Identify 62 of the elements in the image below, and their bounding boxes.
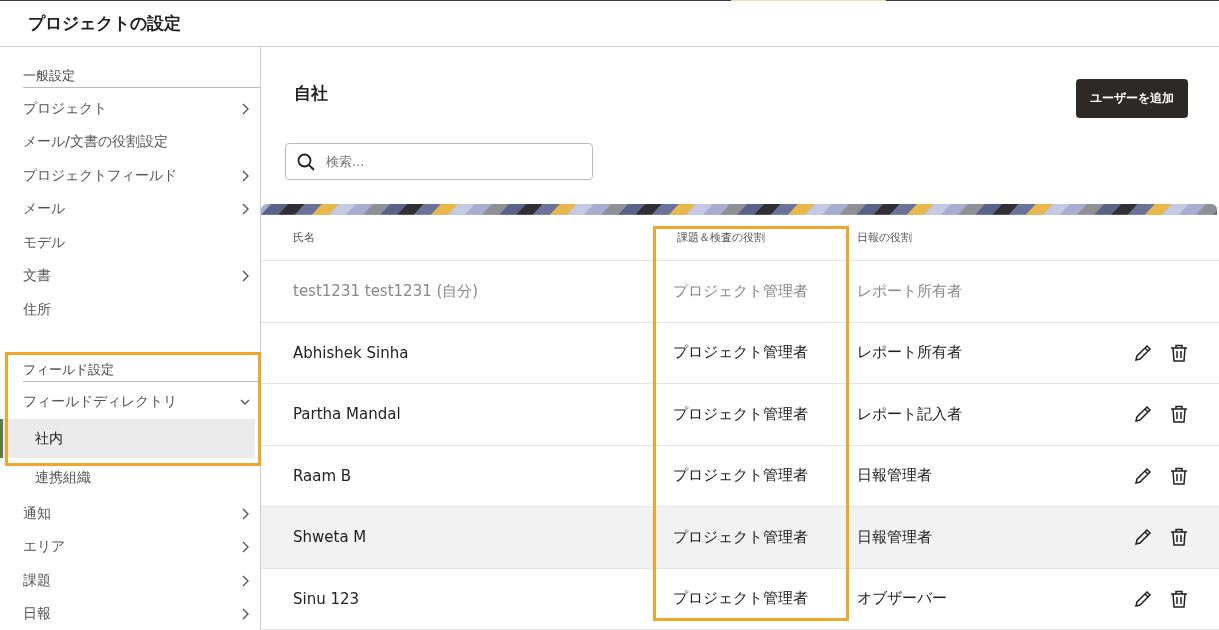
table-cell-text: 日報管理者 (856, 527, 933, 547)
sidebar-item[interactable]: 日報 (0, 597, 260, 630)
table-cell-text: プロジェクト管理者 (672, 466, 809, 486)
trash-icon (1170, 528, 1188, 547)
column-header: 氏名 (292, 230, 316, 245)
trash-icon (1170, 405, 1188, 424)
sidebar-item[interactable]: エリア (0, 530, 260, 564)
table-cell-text: プロジェクト管理者 (672, 527, 809, 547)
column-header: 課題＆検査の役割 (676, 230, 766, 245)
table-cell-text: プロジェクト管理者 (672, 343, 809, 363)
table-cell-text: プロジェクト管理者 (672, 589, 809, 609)
sidebar-item[interactable]: メール/文書の役割設定 (0, 125, 260, 159)
pencil-icon (1134, 405, 1152, 424)
sidebar-subitem[interactable]: 社内 (0, 419, 255, 458)
section-heading: フィールド設定 (23, 360, 260, 382)
table-cell-text: 日報管理者 (856, 466, 933, 486)
chevron-right-icon (240, 507, 250, 520)
add-user-button[interactable]: ユーザーを追加 (1076, 79, 1188, 118)
pencil-icon (1134, 466, 1152, 485)
trash-icon (1170, 589, 1188, 608)
trash-icon (1170, 343, 1188, 362)
pencil-icon (1134, 528, 1152, 547)
table-cell-text: Abhishek Sinha (292, 343, 410, 362)
chevron-right-icon (240, 169, 250, 182)
chevron-right-icon (240, 541, 250, 554)
search-field[interactable]: 検索... (285, 143, 593, 181)
sidebar-item[interactable]: 通知 (0, 497, 260, 531)
chevron-right-icon (240, 608, 250, 621)
table-cell-text: レポート記入者 (856, 404, 963, 424)
column-header: 日報の役割 (856, 230, 913, 245)
sidebar-item[interactable]: メール (0, 192, 260, 226)
sidebar-item[interactable]: 課題 (0, 564, 260, 598)
search-icon (297, 153, 315, 172)
delete-button[interactable] (1168, 403, 1190, 426)
table-cell-text: Partha Mandal (292, 405, 402, 424)
sidebar-item[interactable]: プロジェクト (0, 92, 260, 126)
sidebar-subitem[interactable]: 連携組織 (0, 458, 255, 497)
pencil-icon (1134, 589, 1152, 608)
table-cell-text: レポート所有者 (856, 343, 963, 363)
chevron-right-icon (240, 102, 250, 115)
sidebar-item[interactable]: プロジェクトフィールド (0, 159, 260, 193)
chevron-right-icon (240, 203, 250, 216)
table-cell-text: プロジェクト管理者 (672, 281, 809, 301)
sidebar-item[interactable]: 文書 (0, 259, 260, 293)
table-cell-text: test1231 test1231 (自分) (292, 281, 480, 301)
table-cell-text: Sinu 123 (292, 589, 361, 608)
table-cell-text: レポート所有者 (856, 281, 963, 301)
pencil-icon (1134, 343, 1152, 362)
table-cell-text: Raam B (292, 466, 353, 485)
page-title: プロジェクトの設定 (28, 12, 181, 35)
chevron-right-icon (240, 270, 250, 283)
sidebar-item[interactable]: フィールドディレクトリ (0, 385, 260, 419)
chevron-right-icon (240, 574, 250, 587)
table-cell-text: オブザーバー (856, 589, 948, 609)
sidebar-item[interactable]: モデル (0, 226, 260, 260)
delete-button[interactable] (1168, 526, 1190, 549)
section-title: 自社 (294, 82, 328, 105)
section-heading: 一般設定 (23, 67, 260, 88)
table-cell-text: Shweta M (292, 528, 368, 547)
table-cell-text: プロジェクト管理者 (672, 404, 809, 424)
trash-icon (1170, 466, 1188, 485)
sidebar-item[interactable]: 住所 (0, 293, 260, 327)
